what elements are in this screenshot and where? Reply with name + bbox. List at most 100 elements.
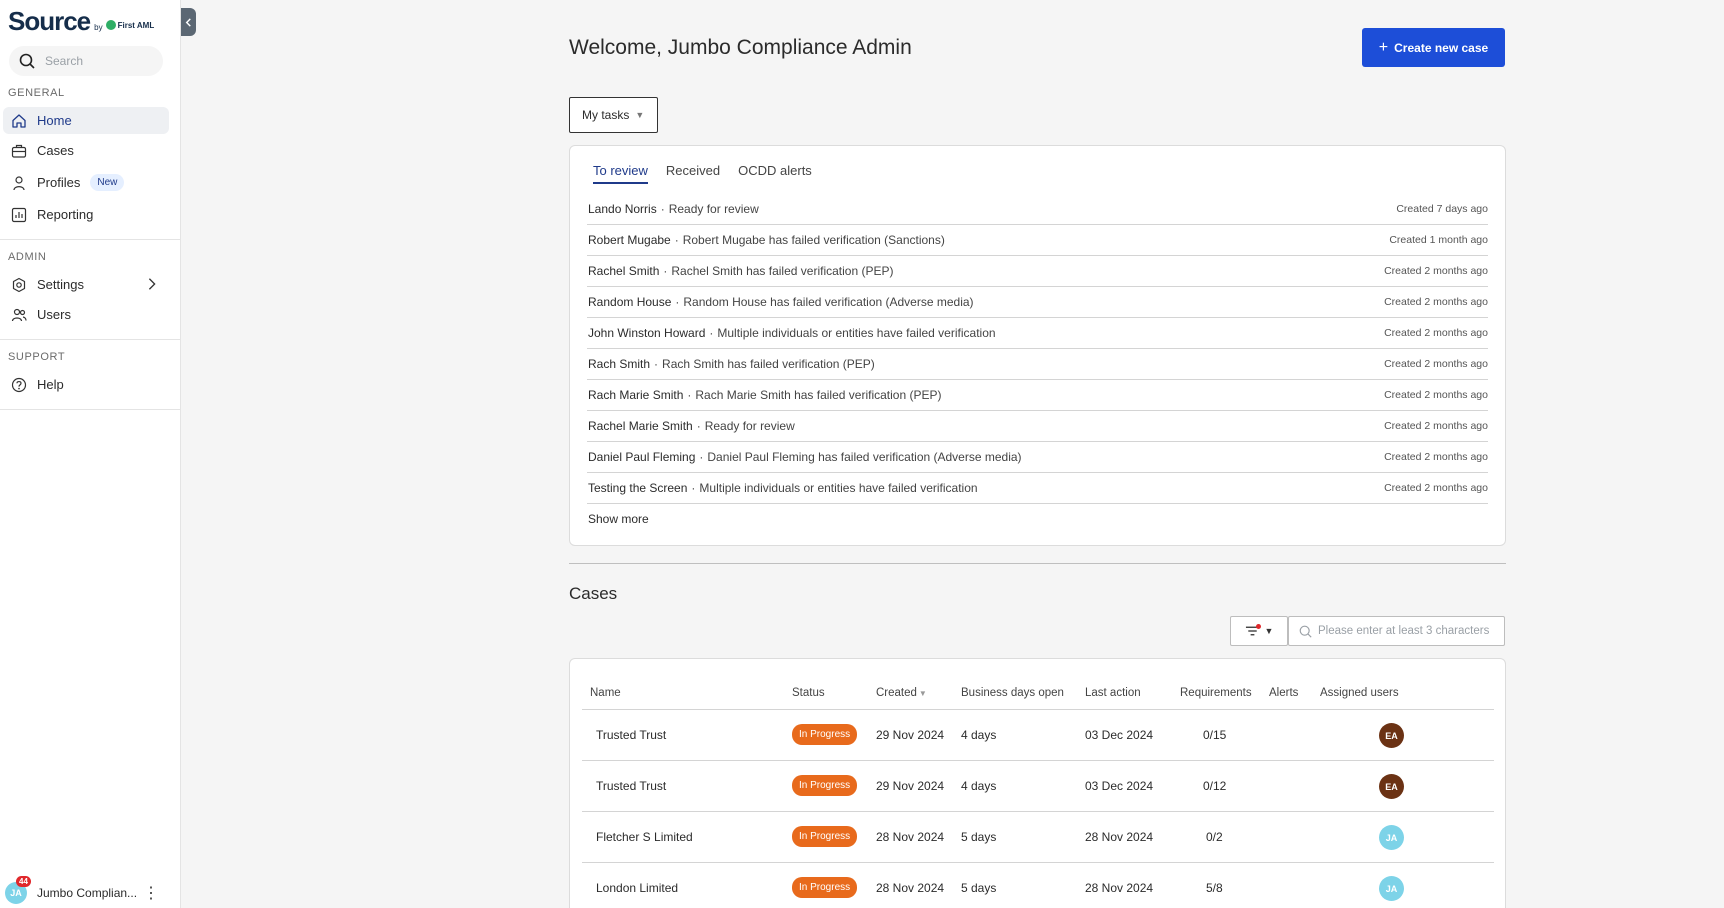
collapse-sidebar-button[interactable] [181, 8, 196, 36]
search-icon [19, 53, 35, 69]
task-row[interactable]: Daniel Paul Fleming · Daniel Paul Fleming … [587, 442, 1488, 473]
task-separator: · [687, 388, 692, 402]
task-name: John Winston Howard [588, 326, 706, 340]
task-separator: · [696, 419, 701, 433]
task-separator: · [709, 326, 714, 340]
task-row[interactable]: John Winston Howard · Multiple individuals… [587, 318, 1488, 349]
sidebar-item-cases[interactable]: Cases [3, 137, 169, 164]
tasks-panel: To review Received OCDD alerts Lando Nor… [569, 145, 1506, 546]
task-row[interactable]: Rachel Smith · Rachel Smith has failed ver… [587, 256, 1488, 287]
avatar: EA [1379, 723, 1404, 748]
case-last-action: 03 Dec 2024 [1085, 728, 1154, 742]
tasks-filter-dropdown[interactable]: My tasks ▼ [569, 97, 658, 133]
case-created: 29 Nov 2024 [876, 779, 945, 793]
sidebar-item-help[interactable]: Help [3, 371, 169, 398]
task-row[interactable]: Rach Smith · Rach Smith has failed verific… [587, 349, 1488, 380]
partner-logo: First AML [105, 20, 155, 30]
task-separator: · [675, 295, 680, 309]
sidebar-search[interactable]: Search [9, 46, 163, 76]
column-header-assigned-users[interactable]: Assigned users [1320, 687, 1399, 699]
task-row[interactable]: Testing the Screen · Multiple individuals … [587, 473, 1488, 504]
section-admin: ADMIN [8, 251, 47, 263]
column-header-status[interactable]: Status [792, 687, 825, 699]
create-button-label: Create new case [1394, 40, 1489, 55]
filter-button[interactable]: ▼ [1230, 616, 1288, 646]
create-new-case-button[interactable]: + Create new case [1362, 28, 1505, 67]
sidebar-item-profiles[interactable]: Profiles New [3, 169, 169, 196]
column-header-created-label: Created [876, 687, 917, 699]
partner-name: First AML [117, 20, 155, 30]
task-name: Robert Mugabe [588, 233, 671, 247]
sidebar-item-label: Reporting [37, 207, 94, 222]
column-header-requirements[interactable]: Requirements [1180, 687, 1252, 699]
case-last-action: 28 Nov 2024 [1085, 881, 1154, 895]
task-created: Created 2 months ago [1384, 420, 1488, 432]
more-options-icon[interactable]: ⋮ [143, 883, 159, 903]
case-days-open: 5 days [961, 830, 997, 844]
task-description: Rachel Smith has failed verification (PE… [671, 264, 894, 278]
show-more-link[interactable]: Show more [588, 512, 649, 526]
task-created: Created 2 months ago [1384, 327, 1488, 339]
task-separator: · [691, 481, 696, 495]
section-divider [569, 563, 1506, 564]
sidebar-item-users[interactable]: Users [3, 301, 169, 328]
task-created: Created 2 months ago [1384, 296, 1488, 308]
case-name: London Limited [596, 881, 679, 895]
task-description: Rach Smith has failed verification (PEP) [662, 357, 875, 371]
column-header-last-action[interactable]: Last action [1085, 687, 1141, 699]
column-header-alerts[interactable]: Alerts [1269, 687, 1298, 699]
task-row[interactable]: Lando Norris · Ready for review Created 7 d… [587, 194, 1488, 225]
task-row[interactable]: Rachel Marie Smith · Ready for review Creat… [587, 411, 1488, 442]
sidebar-item-label: Home [37, 113, 72, 128]
notification-count[interactable]: 44 [16, 876, 31, 887]
task-separator: · [699, 450, 704, 464]
chevron-left-icon [185, 17, 191, 27]
sidebar-item-label: Cases [37, 143, 74, 158]
table-row[interactable]: Trusted Trust In Progress 29 Nov 2024 4 … [582, 710, 1494, 761]
avatar: JA [1379, 825, 1404, 850]
case-search[interactable] [1288, 616, 1505, 646]
column-header-created[interactable]: Created ▼ [876, 687, 927, 699]
person-icon [13, 175, 25, 190]
task-created: Created 2 months ago [1384, 451, 1488, 463]
avatar: JA 44 [5, 876, 31, 904]
case-search-input[interactable] [1318, 625, 1498, 637]
sidebar-item-label: Settings [37, 277, 84, 292]
tab-ocdd-alerts[interactable]: OCDD alerts [738, 163, 812, 184]
table-row[interactable]: Fletcher S Limited In Progress 28 Nov 20… [582, 812, 1494, 863]
case-created: 29 Nov 2024 [876, 728, 945, 742]
sidebar-divider [0, 339, 181, 340]
task-row[interactable]: Rach Marie Smith · Rach Marie Smith has fa… [587, 380, 1488, 411]
briefcase-icon [11, 144, 27, 158]
task-row[interactable]: Random House · Random House has failed ver… [587, 287, 1488, 318]
sidebar-item-settings[interactable]: Settings [3, 271, 169, 298]
table-row[interactable]: London Limited In Progress 28 Nov 2024 5… [582, 863, 1494, 908]
brand-logo[interactable]: Source by First AML [8, 6, 154, 37]
task-list: Lando Norris · Ready for review Created 7 d… [587, 194, 1488, 504]
chevron-right-icon [148, 278, 156, 290]
task-separator: · [660, 202, 665, 216]
home-icon [12, 113, 26, 128]
task-name: Rach Marie Smith [588, 388, 684, 402]
case-requirements: 0/12 [1203, 779, 1227, 793]
column-header-name[interactable]: Name [590, 687, 621, 699]
tab-to-review[interactable]: To review [593, 163, 648, 184]
task-row[interactable]: Robert Mugabe · Robert Mugabe has failed v… [587, 225, 1488, 256]
partner-logo-icon [105, 20, 116, 30]
tasks-filter-label: My tasks [582, 108, 630, 122]
cases-table: Name Status Created ▼ Business days open … [569, 658, 1506, 908]
table-row[interactable]: Trusted Trust In Progress 29 Nov 2024 4 … [582, 761, 1494, 812]
tab-received[interactable]: Received [666, 163, 720, 184]
sidebar-item-reporting[interactable]: Reporting [3, 201, 169, 228]
tasks-tabs: To review Received OCDD alerts [593, 163, 812, 184]
column-header-business-days-open[interactable]: Business days open [961, 687, 1064, 699]
case-days-open: 4 days [961, 779, 997, 793]
task-created: Created 2 months ago [1384, 389, 1488, 401]
user-menu[interactable]: JA 44 Jumbo Complian... ⋮ [3, 876, 175, 906]
task-name: Daniel Paul Fleming [588, 450, 696, 464]
task-name: Rach Smith [588, 357, 651, 371]
users-icon [11, 308, 27, 321]
task-description: Daniel Paul Fleming has failed verificat… [707, 450, 1022, 464]
sidebar-item-home[interactable]: Home [3, 107, 169, 134]
task-description: Rach Marie Smith has failed verification… [695, 388, 942, 402]
